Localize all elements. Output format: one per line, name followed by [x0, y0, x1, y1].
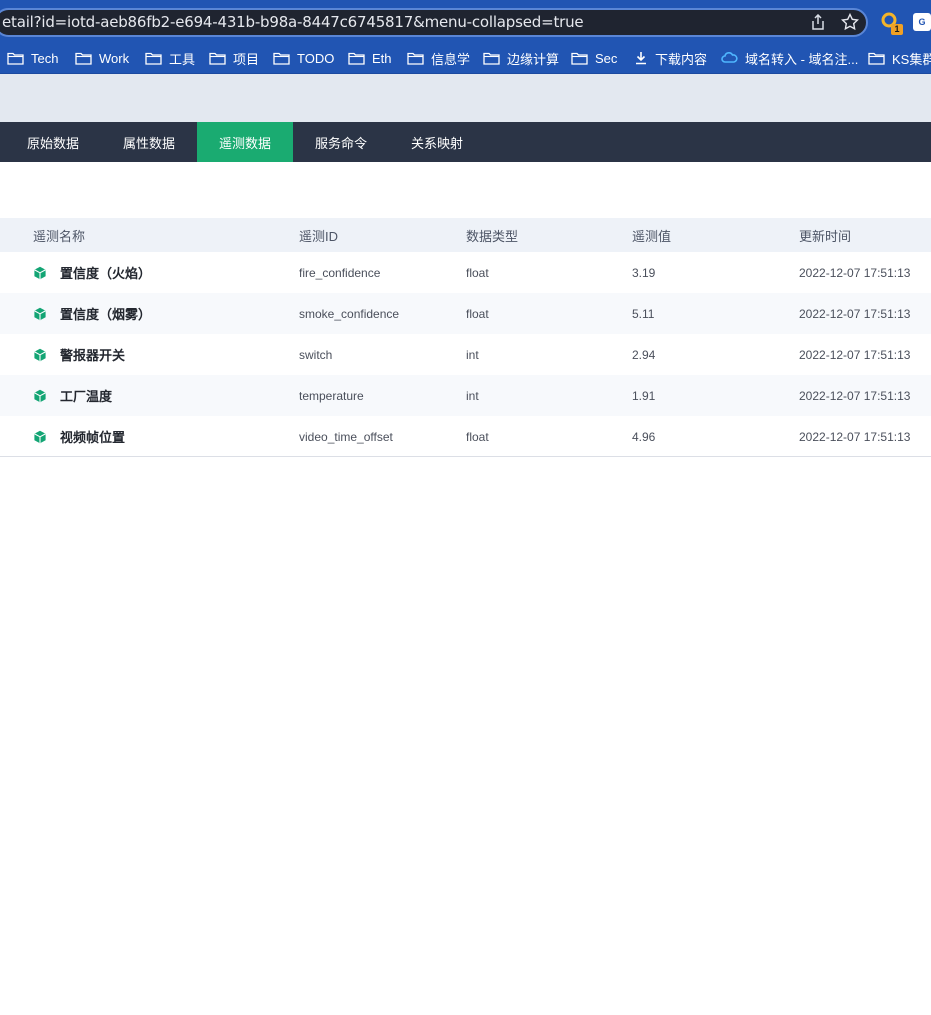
folder-icon: [407, 51, 431, 65]
folder-icon: [348, 51, 372, 65]
tab-relation-mapping[interactable]: 关系映射: [389, 122, 485, 162]
tab-raw-data[interactable]: 原始数据: [5, 122, 101, 162]
update-time-cell: 2022-12-07 17:51:13: [799, 306, 911, 321]
telemetry-id-cell: smoke_confidence: [299, 306, 400, 321]
share-icon[interactable]: [808, 12, 828, 32]
folder-icon: [273, 51, 297, 65]
extension-badge: 1: [891, 24, 903, 35]
bookmark-item[interactable]: 工具: [145, 44, 195, 72]
table-row[interactable]: 置信度（火焰） fire_confidence float 3.19 2022-12-0…: [0, 252, 931, 293]
telemetry-name-cell: 警报器开关: [33, 334, 125, 375]
data-type-cell: int: [466, 388, 479, 403]
telemetry-name-label: 视频帧位置: [60, 430, 126, 445]
bookmarks-bar: Tech Work 工具 项目 TODO Eth 信息学 边缘计算 Sec 下载内容 域名转入 - …: [0, 44, 931, 74]
folder-icon: [209, 51, 233, 65]
telemetry-name-label: 工厂温度: [60, 389, 113, 404]
update-time-cell: 2022-12-07 17:51:13: [799, 347, 911, 362]
bookmark-item[interactable]: 域名转入 - 域名注...: [721, 44, 858, 72]
column-header-value: 遥测值: [632, 228, 672, 244]
data-type-cell: float: [466, 265, 489, 280]
bookmark-label: KS集群: [892, 51, 931, 67]
telemetry-table: 遥测名称 遥测ID 数据类型 遥测值 更新时间 置信度（火焰） fire_conf…: [0, 218, 931, 457]
cube-icon: [33, 430, 47, 444]
bookmark-label: 项目: [233, 51, 260, 67]
data-type-cell: float: [466, 306, 489, 321]
telemetry-value-cell: 1.91: [632, 388, 656, 403]
bookmark-item[interactable]: 下载内容: [634, 44, 707, 72]
bookmark-label: 域名转入 - 域名注...: [745, 51, 859, 67]
bookmark-label: Eth: [372, 50, 392, 66]
table-row[interactable]: 视频帧位置 video_time_offset float 4.96 2022-12-0…: [0, 416, 931, 457]
address-bar[interactable]: etail?id=iotd-aeb86fb2-e694-431b-b98a-84…: [0, 8, 868, 37]
table-header: 遥测名称 遥测ID 数据类型 遥测值 更新时间: [0, 218, 931, 252]
column-header-type: 数据类型: [466, 228, 519, 244]
update-time-cell: 2022-12-07 17:51:13: [799, 429, 911, 444]
browser-toolbar: etail?id=iotd-aeb86fb2-e694-431b-b98a-84…: [0, 0, 931, 44]
bookmark-label: TODO: [297, 50, 335, 66]
column-header-id: 遥测ID: [299, 228, 339, 244]
table-divider: [0, 456, 931, 457]
telemetry-value-cell: 2.94: [632, 347, 656, 362]
folder-icon: [75, 51, 99, 65]
bookmark-item[interactable]: 边缘计算: [483, 44, 559, 72]
bookmark-label: 信息学: [431, 51, 471, 67]
update-time-cell: 2022-12-07 17:51:13: [799, 388, 911, 403]
bookmark-label: Work: [99, 50, 130, 66]
cloud-icon: [721, 52, 745, 64]
bookmark-label: Tech: [31, 50, 59, 66]
download-icon: [634, 51, 655, 65]
telemetry-id-cell: video_time_offset: [299, 429, 393, 444]
tab-service-commands[interactable]: 服务命令: [293, 122, 389, 162]
cube-icon: [33, 348, 47, 362]
update-time-cell: 2022-12-07 17:51:13: [799, 265, 911, 280]
folder-icon: [145, 51, 169, 65]
cube-icon: [33, 389, 47, 403]
bookmark-item[interactable]: Tech: [7, 44, 58, 72]
folder-icon: [868, 51, 892, 65]
bookmark-label: 工具: [169, 51, 196, 67]
data-type-cell: float: [466, 429, 489, 444]
telemetry-name-cell: 置信度（烟雾）: [33, 293, 151, 334]
folder-icon: [483, 51, 507, 65]
page-header: [0, 74, 931, 122]
star-icon[interactable]: [840, 12, 860, 32]
telemetry-id-cell: switch: [299, 347, 333, 362]
telemetry-name-cell: 视频帧位置: [33, 416, 125, 457]
bookmark-item[interactable]: KS集群: [868, 44, 931, 72]
telemetry-value-cell: 4.96: [632, 429, 656, 444]
telemetry-value-cell: 5.11: [632, 306, 655, 321]
tab-bar: 原始数据 属性数据 遥测数据 服务命令 关系映射: [0, 122, 931, 162]
telemetry-id-cell: fire_confidence: [299, 265, 381, 280]
table-row[interactable]: 置信度（烟雾） smoke_confidence float 5.11 2022-12-…: [0, 293, 931, 334]
bookmark-label: 边缘计算: [507, 51, 560, 67]
bookmark-item[interactable]: Work: [75, 44, 129, 72]
telemetry-name-label: 置信度（火焰）: [60, 266, 152, 281]
bookmark-item[interactable]: Sec: [571, 44, 617, 72]
table-body: 置信度（火焰） fire_confidence float 3.19 2022-12-0…: [0, 252, 931, 457]
telemetry-name-cell: 工厂温度: [33, 375, 112, 416]
telemetry-value-cell: 3.19: [632, 265, 656, 280]
folder-icon: [7, 51, 31, 65]
bookmark-label: 下载内容: [655, 51, 708, 67]
cube-icon: [33, 307, 47, 321]
telemetry-name-label: 警报器开关: [60, 348, 126, 363]
bookmark-item[interactable]: 项目: [209, 44, 259, 72]
telemetry-name-label: 置信度（烟雾）: [60, 307, 152, 322]
bookmark-item[interactable]: TODO: [273, 44, 334, 72]
cube-icon: [33, 266, 47, 280]
table-row[interactable]: 工厂温度 temperature int 1.91 2022-12-07 17:51:1…: [0, 375, 931, 416]
tab-property-data[interactable]: 属性数据: [101, 122, 197, 162]
translate-icon[interactable]: G: [913, 13, 931, 31]
bookmark-item[interactable]: Eth: [348, 44, 392, 72]
telemetry-id-cell: temperature: [299, 388, 364, 403]
data-type-cell: int: [466, 347, 479, 362]
folder-icon: [571, 51, 595, 65]
column-header-time: 更新时间: [799, 228, 852, 244]
column-header-name: 遥测名称: [33, 228, 86, 244]
bookmark-label: Sec: [595, 50, 618, 66]
telemetry-name-cell: 置信度（火焰）: [33, 252, 151, 293]
table-row[interactable]: 警报器开关 switch int 2.94 2022-12-07 17:51:13: [0, 334, 931, 375]
tab-telemetry-data[interactable]: 遥测数据: [197, 122, 293, 162]
bookmark-item[interactable]: 信息学: [407, 44, 470, 72]
